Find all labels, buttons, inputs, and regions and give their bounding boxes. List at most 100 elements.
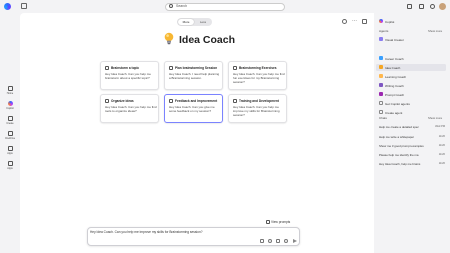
rail-item-copilot[interactable]: Copilot — [3, 101, 17, 110]
copilot-icon — [7, 101, 13, 106]
sidebar-toggle-icon[interactable] — [21, 3, 27, 9]
card-title: Training and Development — [239, 98, 279, 103]
agent-item-prompt-coach[interactable]: Prompt Coach — [376, 91, 446, 98]
prompt-coach-icon — [379, 92, 383, 97]
chat-input-value: Hey Idea Coach. Can you help me improve … — [90, 230, 203, 234]
card-title: Brainstorm a topic — [111, 65, 140, 70]
agent-label: Get Copilot agents — [385, 101, 410, 106]
plus-icon — [379, 110, 383, 115]
chat-item[interactable]: Show me 3 good prompt examples 11/26 — [379, 144, 445, 149]
chats-show-more-link[interactable]: Show more — [428, 116, 442, 120]
copilot-icon — [379, 19, 383, 23]
image-icon[interactable] — [268, 239, 272, 243]
rail-item-home[interactable]: Home — [3, 86, 17, 95]
writing-coach-icon — [379, 83, 383, 88]
page-title: Idea Coach — [179, 34, 236, 46]
agent-item-writing-coach[interactable]: Writing Coach — [376, 82, 446, 89]
copilot-nav-item[interactable]: Copilot — [385, 20, 394, 24]
card-title: Brainstorming Exercises — [239, 65, 277, 70]
agent-item-idea-coach[interactable]: Idea Coach — [376, 64, 446, 71]
rail-label: Home — [6, 92, 14, 95]
chat-date: 11/26 — [438, 135, 445, 138]
rail-label: Apps — [7, 167, 13, 170]
agent-label: Create agent — [385, 110, 403, 115]
toggle-less[interactable]: Less — [195, 19, 211, 25]
rail-label: OneDrive — [4, 137, 16, 140]
attach-icon[interactable] — [276, 239, 280, 243]
card-description: Hey Idea Coach. Can you help me improve … — [233, 105, 280, 117]
lightbulb-outline-icon — [105, 66, 109, 70]
prompt-card-training[interactable]: Training and Development Hey Idea Coach.… — [228, 94, 287, 123]
rail-item-onedrive[interactable]: OneDrive — [3, 131, 17, 140]
card-description: Hey Idea Coach. Can you help me brainsto… — [105, 72, 151, 80]
pen-icon — [7, 116, 13, 121]
home-icon — [7, 86, 13, 91]
copilot-logo-icon[interactable] — [4, 3, 11, 10]
rail-label: Create — [6, 122, 14, 125]
rail-item-create[interactable]: Create — [3, 116, 17, 125]
visual-creator-icon — [379, 37, 383, 42]
chat-label: Please help me identify the ma — [379, 153, 419, 157]
chat-label: Help me create a detailed spec — [379, 125, 419, 129]
rail-item-apps-2[interactable]: Apps — [3, 161, 17, 170]
agent-item-learning-coach[interactable]: Learning Coach — [376, 73, 446, 80]
settings-icon[interactable] — [419, 4, 424, 9]
apps-icon — [7, 146, 13, 151]
prompt-card-brainstorm-topic[interactable]: Brainstorm a topic Hey Idea Coach. Can y… — [100, 61, 159, 90]
chats-heading: Chats — [379, 116, 387, 120]
help-icon[interactable] — [430, 4, 435, 9]
learning-coach-icon — [379, 74, 383, 79]
agents-show-more-link[interactable]: Show more — [428, 29, 442, 33]
create-agent-button[interactable]: Create agent — [376, 109, 446, 116]
new-chat-icon[interactable] — [362, 19, 367, 24]
grid-icon — [7, 161, 13, 166]
graduation-cap-icon — [233, 99, 237, 103]
chat-item[interactable]: Please help me identify the ma 11/26 — [379, 153, 445, 158]
prompt-card-exercises[interactable]: Brainstorming Exercises Hey Idea Coach. … — [228, 61, 287, 90]
prompt-book-icon — [266, 220, 270, 224]
chat-item[interactable]: Hey Idea Coach, help me brains 11/26 — [379, 162, 445, 167]
send-icon[interactable] — [293, 239, 297, 243]
prompt-card-organize-ideas[interactable]: Organize ideas Hey Idea Coach. Can you h… — [100, 94, 159, 123]
rail-label: Copilot — [6, 107, 14, 110]
agent-item-visual-creator[interactable]: Visual Creator — [376, 36, 446, 43]
card-title: Organize ideas — [111, 98, 134, 103]
rail-item-apps[interactable]: Apps — [3, 146, 17, 155]
agent-label: Idea Coach — [385, 65, 401, 70]
chat-label: Show me 3 good prompt examples — [379, 144, 424, 148]
agent-label: Learning Coach — [385, 74, 407, 79]
chat-date: Wed PM — [435, 125, 445, 128]
apps-icon — [379, 101, 383, 106]
card-description: Hey Idea Coach. I need help planning a B… — [169, 72, 220, 80]
prompt-card-plan-session[interactable]: Plan brainstorming Session Hey Idea Coac… — [164, 61, 223, 90]
chat-item[interactable]: Help me write a whitepaper 11/26 — [379, 135, 445, 140]
calendar-icon — [169, 66, 173, 70]
main-panel — [20, 13, 374, 253]
agent-item-career-coach[interactable]: Career Coach — [376, 55, 446, 62]
chat-date: 11/26 — [438, 144, 445, 147]
agent-label: Prompt Coach — [385, 92, 405, 97]
card-description: Hey Idea Coach. Can you give me some fee… — [169, 105, 215, 113]
add-icon[interactable] — [260, 239, 264, 243]
toggle-more[interactable]: More — [178, 19, 194, 25]
list-icon — [105, 99, 109, 103]
chat-label: Hey Idea Coach, help me brains — [379, 162, 421, 166]
card-description: Hey Idea Coach. Can you help me find too… — [105, 105, 157, 113]
rail-label: Apps — [7, 152, 13, 155]
cloud-icon — [7, 131, 13, 136]
get-agents-link[interactable]: Get Copilot agents — [376, 100, 446, 107]
view-prompts-button[interactable]: View prompts — [271, 220, 290, 224]
share-icon[interactable] — [407, 4, 412, 9]
idea-coach-icon — [379, 65, 383, 70]
microphone-icon[interactable] — [284, 239, 288, 243]
card-title: Plan brainstorming Session — [175, 65, 218, 70]
more-options-icon[interactable]: ⋯ — [352, 19, 357, 24]
chat-bubble-icon — [169, 99, 173, 103]
agent-info-icon[interactable] — [342, 19, 347, 24]
card-description: Hey Idea Coach. Can you help me find fun… — [233, 72, 285, 84]
avatar[interactable] — [439, 3, 446, 10]
chat-date: 11/26 — [438, 153, 445, 156]
prompt-card-feedback[interactable]: Feedback and Improvement Hey Idea Coach.… — [164, 94, 223, 123]
card-title: Feedback and Improvement — [175, 98, 218, 103]
chat-item[interactable]: Help me create a detailed spec Wed PM — [379, 125, 445, 130]
